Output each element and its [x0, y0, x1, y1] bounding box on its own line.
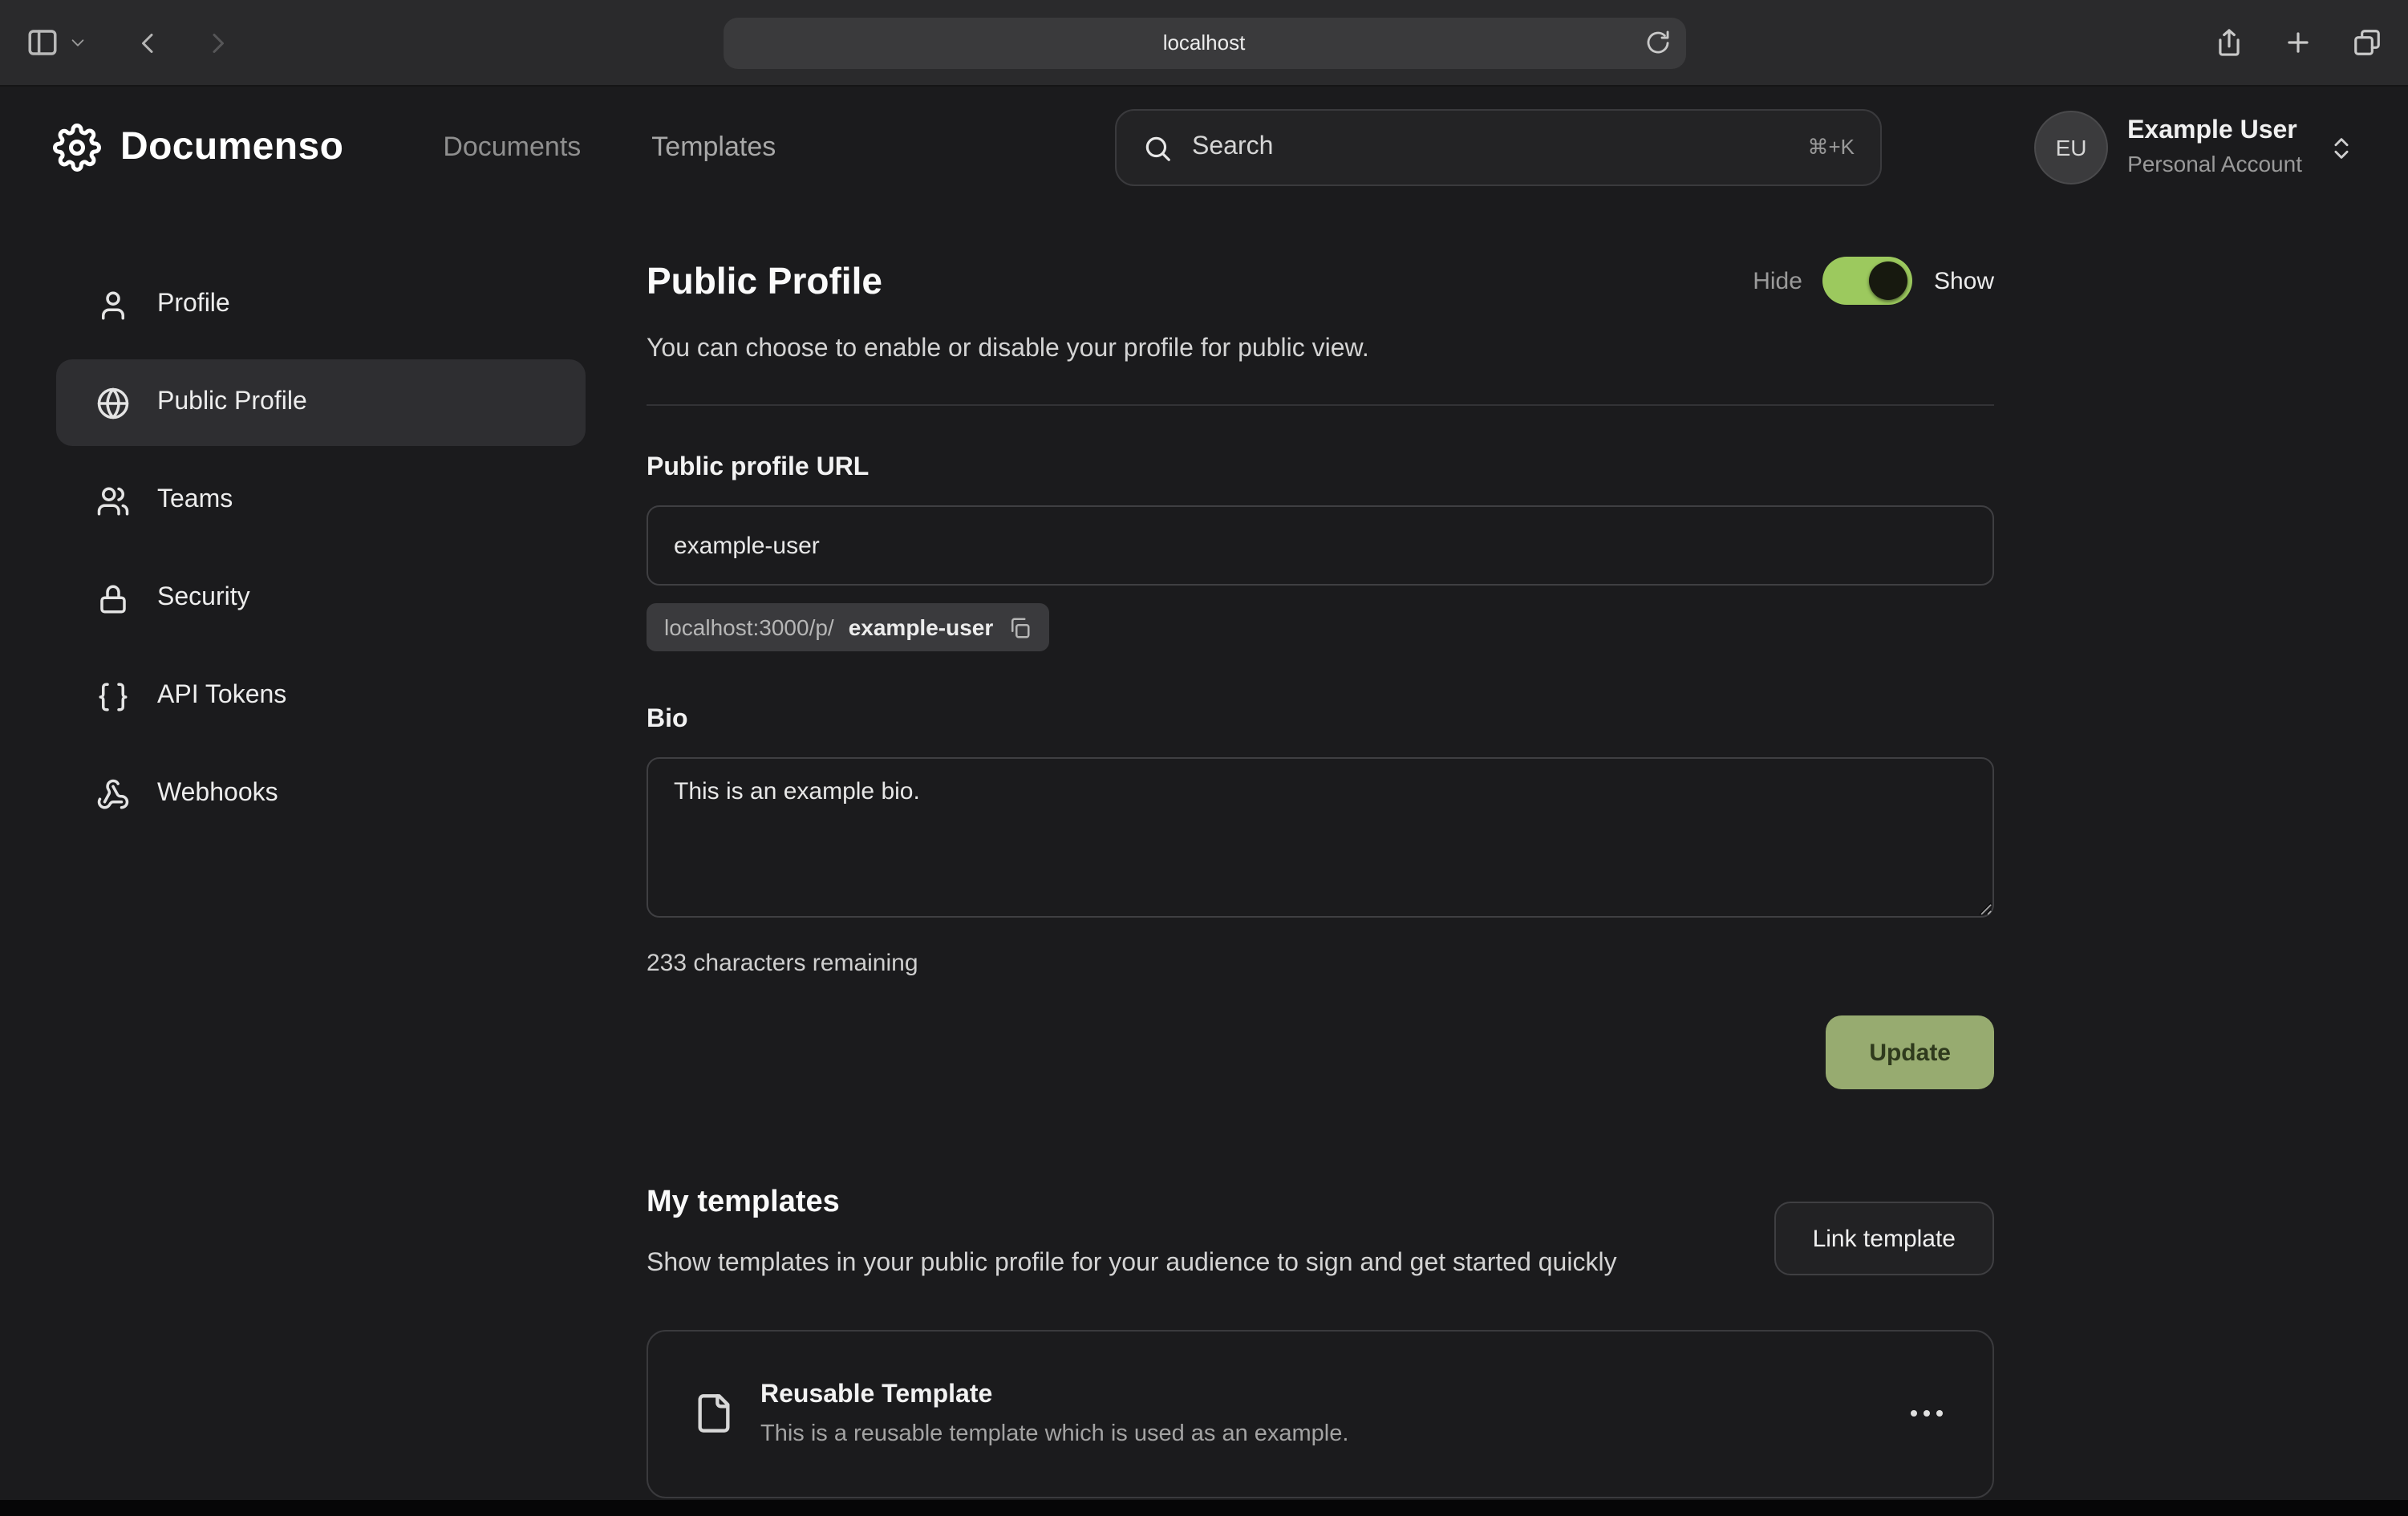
account-type: Personal Account — [2127, 152, 2302, 180]
sidebar-item-label: API Tokens — [157, 682, 286, 711]
top-nav: Documents Templates — [443, 132, 776, 164]
show-label: Show — [1934, 267, 1994, 294]
address-bar-url: localhost — [1163, 30, 1246, 55]
tab-overview-icon[interactable] — [2352, 27, 2382, 58]
documenso-logo-icon — [53, 124, 101, 172]
profile-url-slug: example-user — [849, 614, 994, 640]
app-header: Documenso Documents Templates ⌘+K EU Exa… — [0, 87, 2408, 209]
search-shortcut: ⌘+K — [1807, 135, 1855, 160]
template-description: This is a reusable template which is use… — [760, 1421, 1899, 1447]
template-options-menu[interactable] — [1899, 1400, 1954, 1429]
search-input[interactable] — [1192, 133, 1788, 162]
bio-field-label: Bio — [647, 706, 1994, 735]
hide-label: Hide — [1753, 267, 1802, 294]
url-field-label: Public profile URL — [647, 454, 1994, 483]
sidebar-item-label: Teams — [157, 486, 233, 515]
user-icon — [95, 288, 130, 322]
share-icon[interactable] — [2214, 27, 2244, 58]
switch-thumb — [1870, 261, 1908, 300]
sidebar-item-teams[interactable]: Teams — [56, 457, 586, 544]
my-templates-title: My templates — [647, 1186, 1617, 1221]
braces-icon — [95, 679, 130, 713]
app-window: localhost Documenso Documents — [0, 0, 2408, 1516]
browser-sidebar-icon[interactable] — [26, 26, 59, 59]
users-icon — [95, 484, 130, 517]
user-name: Example User — [2127, 116, 2302, 148]
profile-url-prefix: localhost:3000/p/ — [664, 614, 834, 640]
copy-icon[interactable] — [1007, 615, 1032, 639]
browser-forward-icon[interactable] — [202, 28, 231, 57]
brand-name: Documenso — [120, 125, 343, 170]
reload-icon[interactable] — [1644, 28, 1671, 55]
globe-icon — [95, 386, 130, 420]
settings-sidebar: Profile Public Profile Teams Security AP… — [56, 261, 586, 849]
sidebar-item-label: Security — [157, 584, 250, 613]
bio-textarea[interactable]: This is an example bio. — [647, 757, 1994, 918]
sidebar-item-profile[interactable]: Profile — [56, 261, 586, 348]
brand[interactable]: Documenso — [53, 124, 343, 172]
sidebar-item-label: Profile — [157, 290, 230, 319]
new-tab-icon[interactable] — [2283, 27, 2313, 58]
browser-toolbar: localhost — [0, 0, 2408, 87]
characters-remaining: 233 characters remaining — [647, 950, 1994, 977]
page-subtitle: You can choose to enable or disable your… — [647, 335, 1994, 364]
sidebar-item-security[interactable]: Security — [56, 555, 586, 642]
template-name: Reusable Template — [760, 1381, 1899, 1410]
lock-icon — [95, 582, 130, 615]
link-template-button[interactable]: Link template — [1774, 1202, 1994, 1275]
sidebar-item-webhooks[interactable]: Webhooks — [56, 751, 586, 837]
profile-visibility-switch[interactable] — [1823, 257, 1913, 305]
global-search[interactable]: ⌘+K — [1115, 109, 1882, 186]
webhook-icon — [95, 777, 130, 811]
address-bar[interactable]: localhost — [723, 17, 1685, 68]
divider — [647, 404, 1994, 406]
nav-templates[interactable]: Templates — [651, 132, 776, 164]
update-button[interactable]: Update — [1826, 1015, 1994, 1089]
user-menu[interactable]: EU Example User Personal Account — [2034, 111, 2355, 184]
sidebar-item-label: Public Profile — [157, 388, 307, 417]
public-profile-url-input[interactable] — [647, 505, 1994, 586]
browser-sidebar-chevron-icon[interactable] — [69, 34, 87, 51]
file-icon — [693, 1393, 735, 1435]
visibility-toggle-group: Hide Show — [1753, 257, 1994, 305]
search-icon — [1142, 132, 1173, 163]
sidebar-item-public-profile[interactable]: Public Profile — [56, 359, 586, 446]
sidebar-item-api-tokens[interactable]: API Tokens — [56, 653, 586, 740]
page-title: Public Profile — [647, 259, 882, 302]
main-content: Public Profile Hide Show You can choose … — [647, 257, 1994, 1498]
profile-url-copy-chip[interactable]: localhost:3000/p/example-user — [647, 603, 1049, 651]
my-templates-description: Show templates in your public profile fo… — [647, 1243, 1617, 1285]
template-list-item: Reusable Template This is a reusable tem… — [647, 1330, 1994, 1498]
nav-documents[interactable]: Documents — [443, 132, 581, 164]
avatar: EU — [2034, 111, 2108, 184]
window-bottom-edge — [0, 1500, 2408, 1516]
browser-back-icon[interactable] — [135, 28, 164, 57]
chevrons-up-down-icon — [2328, 134, 2355, 161]
sidebar-item-label: Webhooks — [157, 780, 278, 809]
